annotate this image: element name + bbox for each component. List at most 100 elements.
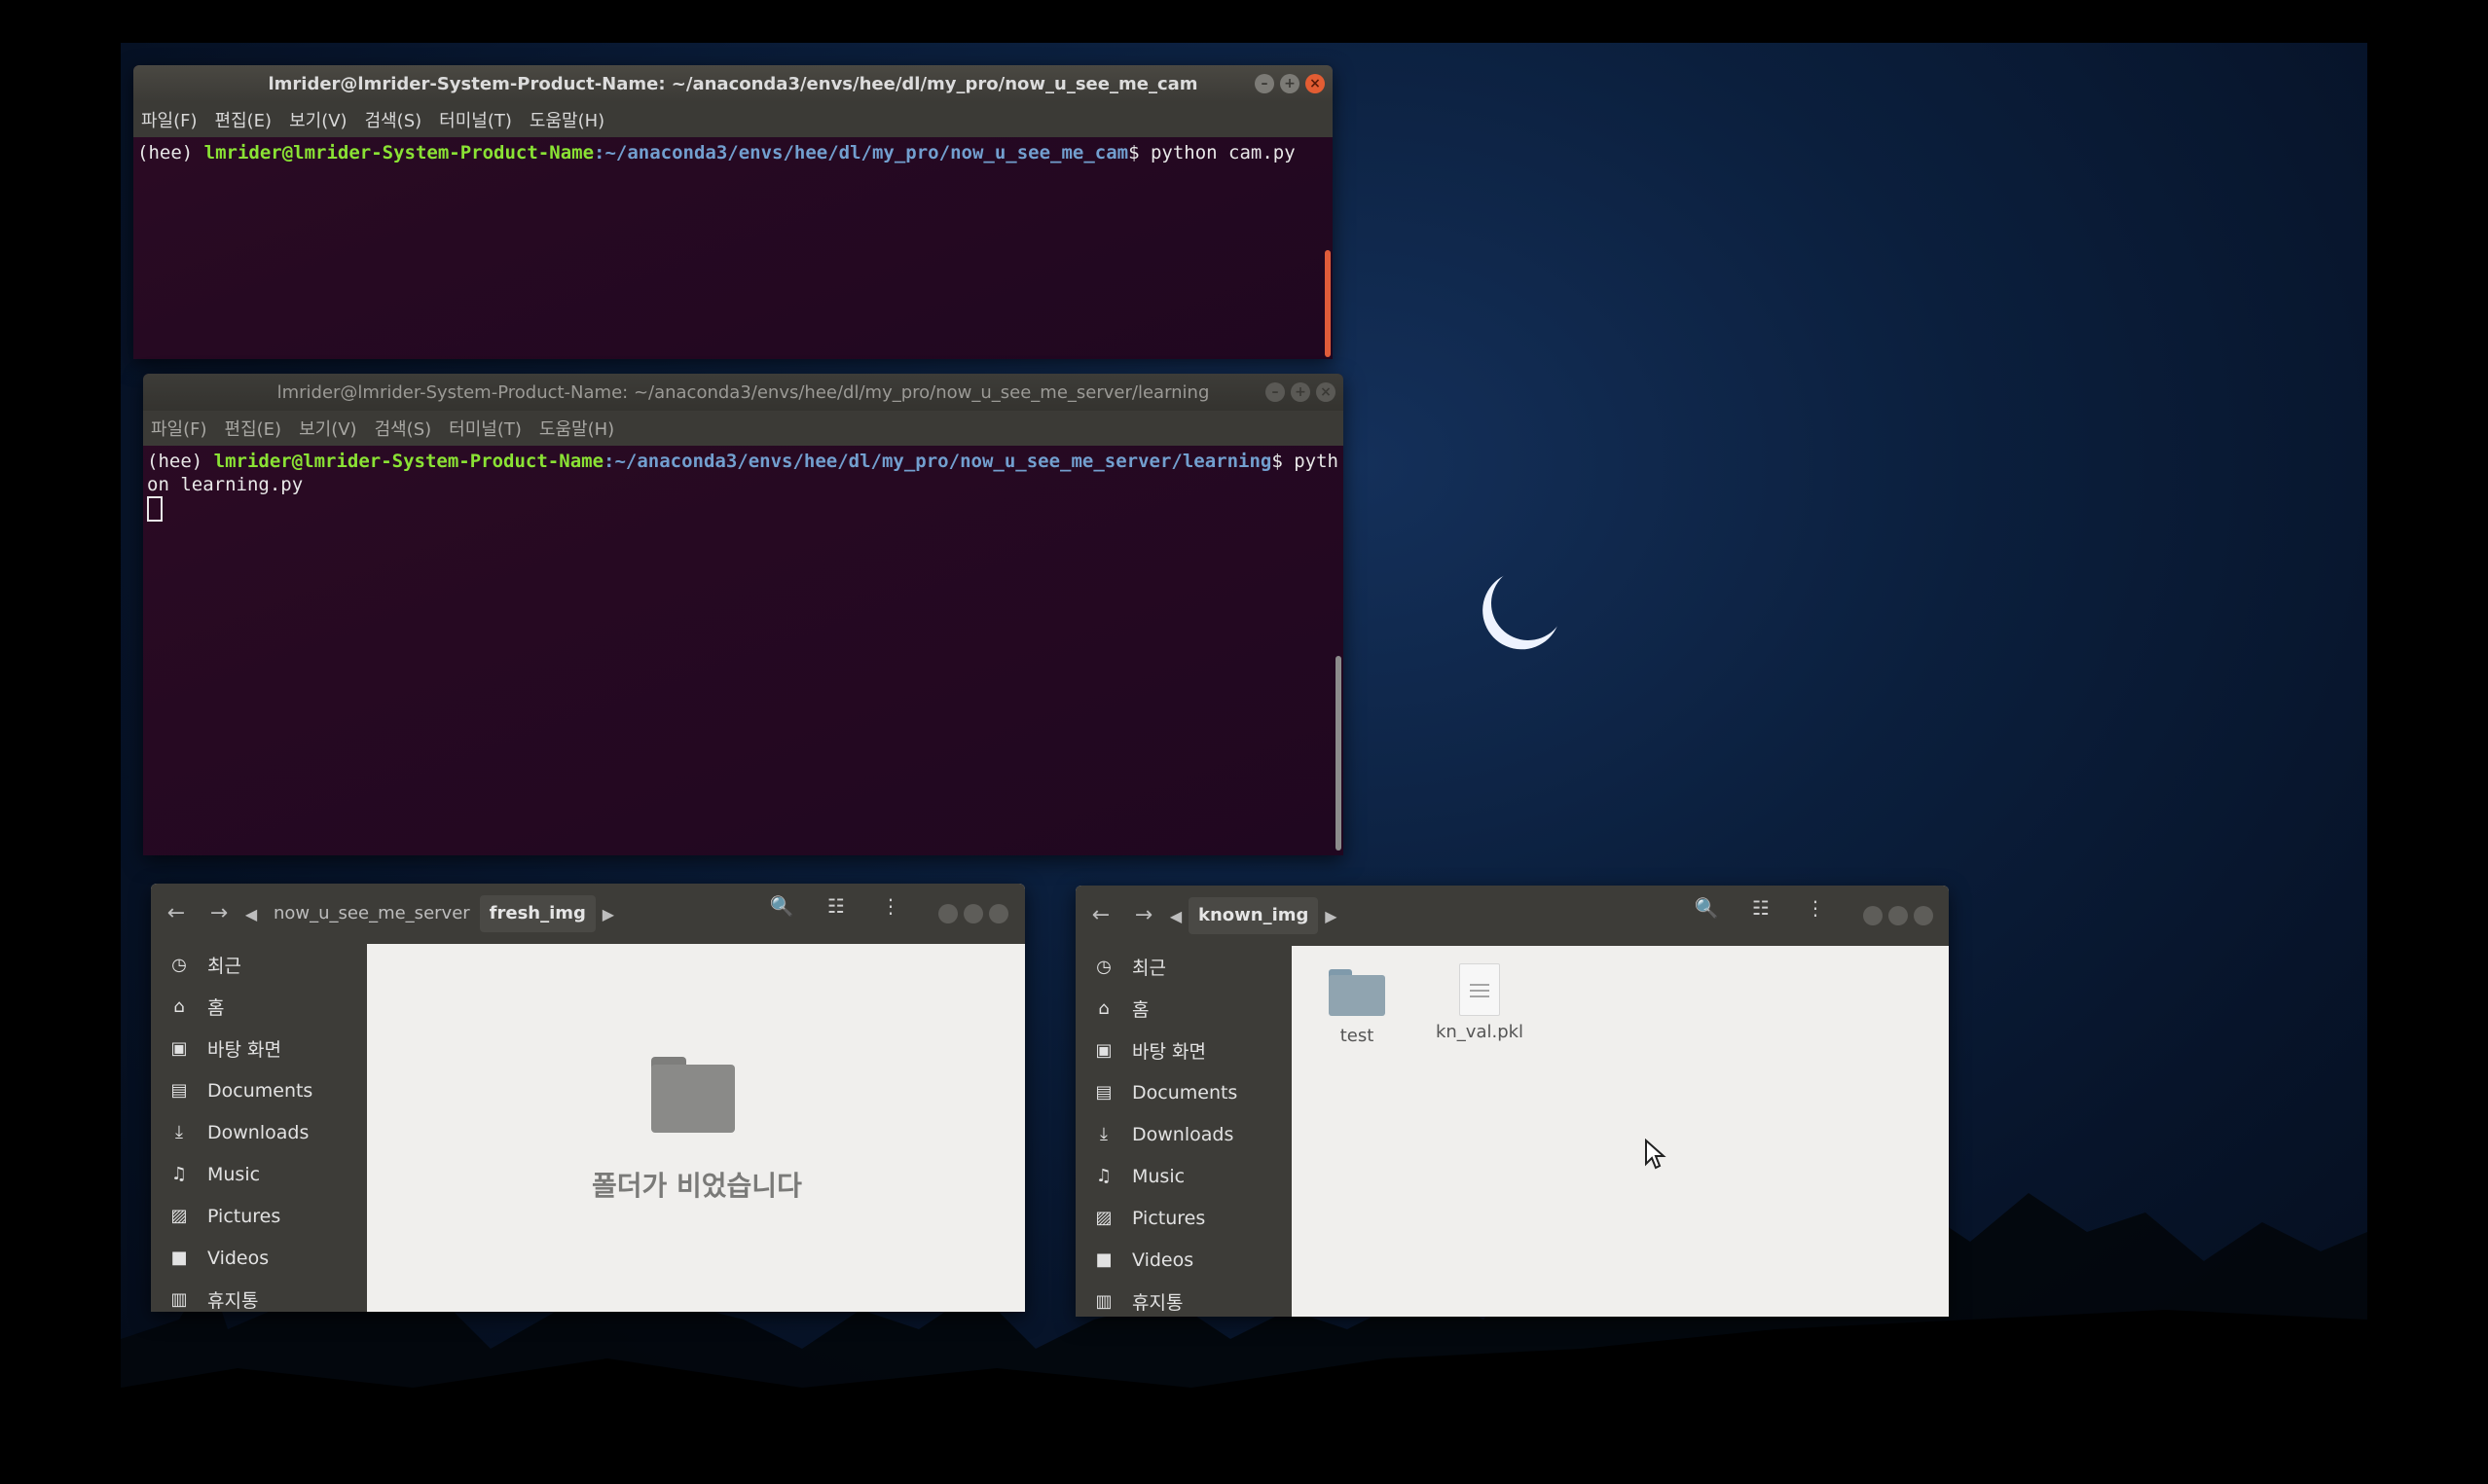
- menu-help[interactable]: 도움말(H): [530, 107, 604, 132]
- sidebar-item-trash[interactable]: ▥ 휴지통: [1076, 1281, 1292, 1317]
- sidebar: ◷ 최근 ⌂ 홈 ▣ 바탕 화면 ▤ Documents ⤓ Downloads ♫ Mus…: [1076, 946, 1292, 1317]
- music-icon: ♫: [1095, 1166, 1113, 1186]
- sidebar-item-music[interactable]: ♫ Music: [1076, 1155, 1292, 1197]
- view-list-icon[interactable]: ☷: [817, 894, 856, 918]
- terminal-output[interactable]: (hee) lmrider@lmrider-System-Product-Nam…: [143, 446, 1343, 525]
- terminal-titlebar[interactable]: lmrider@lmrider-System-Product-Name: ~/a…: [143, 374, 1343, 411]
- menu-view[interactable]: 보기(V): [289, 107, 347, 132]
- maximize-icon[interactable]: +: [1291, 382, 1310, 402]
- terminal-output[interactable]: (hee) lmrider@lmrider-System-Product-Nam…: [133, 137, 1333, 168]
- file-manager-fresh-img[interactable]: ← → ◀ now_u_see_me_server fresh_img ▶ 🔍 …: [151, 884, 1025, 1312]
- download-icon: ⤓: [175, 1122, 183, 1142]
- sidebar-item-home[interactable]: ⌂ 홈: [151, 986, 367, 1028]
- terminal-window-learning[interactable]: lmrider@lmrider-System-Product-Name: ~/a…: [143, 374, 1343, 855]
- back-arrow-icon[interactable]: ←: [1081, 896, 1120, 935]
- sidebar-item-music[interactable]: ♫ Music: [151, 1153, 367, 1195]
- video-icon: ■: [1095, 1249, 1113, 1270]
- prompt-env: (hee): [137, 142, 204, 163]
- menu-dots-icon[interactable]: ⋮: [1796, 896, 1835, 920]
- maximize-icon[interactable]: [1888, 906, 1908, 925]
- text-cursor: [147, 496, 163, 522]
- mouse-pointer-icon: [1645, 1139, 1666, 1170]
- menu-edit[interactable]: 편집(E): [215, 107, 273, 132]
- menu-dots-icon[interactable]: ⋮: [871, 894, 910, 918]
- sidebar-item-label: 홈: [207, 997, 225, 1019]
- sidebar-item-videos[interactable]: ■ Videos: [151, 1237, 367, 1279]
- sidebar-item-videos[interactable]: ■ Videos: [1076, 1239, 1292, 1281]
- minimize-icon[interactable]: [1863, 906, 1883, 925]
- file-item-test[interactable]: test: [1303, 969, 1410, 1046]
- file-view-area[interactable]: test kn_val.pkl: [1292, 946, 1949, 1317]
- document-icon: ▤: [170, 1080, 188, 1101]
- search-icon[interactable]: 🔍: [762, 894, 801, 918]
- terminal-titlebar[interactable]: lmrider@lmrider-System-Product-Name: ~/a…: [133, 65, 1333, 102]
- breadcrumb-current[interactable]: known_img: [1189, 897, 1319, 934]
- menu-help[interactable]: 도움말(H): [539, 416, 614, 441]
- sidebar-item-label: Pictures: [207, 1205, 281, 1227]
- breadcrumb-right-icon[interactable]: ▶: [596, 905, 621, 923]
- menu-file[interactable]: 파일(F): [151, 416, 207, 441]
- sidebar-item-label: 바탕 화면: [1132, 1041, 1206, 1063]
- menu-search[interactable]: 검색(S): [365, 107, 422, 132]
- folder-icon: [1329, 969, 1385, 1016]
- close-icon[interactable]: [989, 904, 1008, 923]
- scrollbar[interactable]: [1335, 656, 1341, 851]
- forward-arrow-icon[interactable]: →: [200, 894, 238, 933]
- picture-icon: ▨: [170, 1206, 188, 1226]
- sidebar-item-trash[interactable]: ▥ 휴지통: [151, 1279, 367, 1312]
- prompt-path: :~/anaconda3/envs/hee/dl/my_pro/now_u_se…: [604, 451, 1272, 472]
- search-icon[interactable]: 🔍: [1687, 896, 1726, 920]
- terminal-window-cam[interactable]: lmrider@lmrider-System-Product-Name: ~/a…: [133, 65, 1333, 359]
- sidebar-item-home[interactable]: ⌂ 홈: [1076, 988, 1292, 1030]
- view-list-icon[interactable]: ☷: [1741, 896, 1780, 920]
- sidebar-item-label: Music: [207, 1163, 261, 1185]
- sidebar-item-downloads[interactable]: ⤓ Downloads: [1076, 1113, 1292, 1155]
- file-name: test: [1339, 1026, 1374, 1046]
- maximize-icon[interactable]: [964, 904, 983, 923]
- menu-search[interactable]: 검색(S): [375, 416, 432, 441]
- minimize-icon[interactable]: –: [1255, 74, 1274, 93]
- sidebar-item-documents[interactable]: ▤ Documents: [151, 1069, 367, 1111]
- breadcrumb-current[interactable]: fresh_img: [479, 895, 596, 932]
- sidebar-item-recent[interactable]: ◷ 최근: [151, 944, 367, 986]
- menu-terminal[interactable]: 터미널(T): [439, 107, 512, 132]
- close-icon[interactable]: ×: [1305, 74, 1325, 93]
- maximize-icon[interactable]: +: [1280, 74, 1299, 93]
- breadcrumb-left-icon[interactable]: ◀: [1163, 907, 1189, 925]
- file-manager-known-img[interactable]: ← → ◀ known_img ▶ 🔍 ☷ ⋮ ◷ 최근 ⌂ 홈 ▣ 바탕 화면 ▤ D…: [1076, 886, 1949, 1317]
- breadcrumb-right-icon[interactable]: ▶: [1318, 907, 1343, 925]
- sidebar-item-label: Videos: [1132, 1249, 1194, 1271]
- document-icon: [1459, 963, 1500, 1016]
- sidebar-item-pictures[interactable]: ▨ Pictures: [1076, 1197, 1292, 1239]
- file-view-area[interactable]: 폴더가 비었습니다: [367, 944, 1025, 1312]
- sidebar-item-label: 최근: [207, 956, 241, 977]
- sidebar-item-pictures[interactable]: ▨ Pictures: [151, 1195, 367, 1237]
- scrollbar[interactable]: [1325, 250, 1331, 357]
- menu-view[interactable]: 보기(V): [299, 416, 356, 441]
- menu-file[interactable]: 파일(F): [141, 107, 198, 132]
- home-icon: ⌂: [1098, 998, 1110, 1019]
- menu-edit[interactable]: 편집(E): [225, 416, 282, 441]
- file-name: kn_val.pkl: [1435, 1022, 1524, 1042]
- file-item-kn-val[interactable]: kn_val.pkl: [1426, 963, 1533, 1042]
- sidebar-item-desktop[interactable]: ▣ 바탕 화면: [151, 1028, 367, 1069]
- close-icon[interactable]: ×: [1316, 382, 1335, 402]
- sidebar-item-label: Music: [1132, 1165, 1186, 1187]
- back-arrow-icon[interactable]: ←: [157, 894, 196, 933]
- prompt-user: lmrider@lmrider-System-Product-Name: [213, 451, 604, 472]
- sidebar-item-label: 휴지통: [207, 1290, 259, 1312]
- close-icon[interactable]: [1914, 906, 1933, 925]
- forward-arrow-icon[interactable]: →: [1124, 896, 1163, 935]
- sidebar-item-recent[interactable]: ◷ 최근: [1076, 946, 1292, 988]
- sidebar-item-desktop[interactable]: ▣ 바탕 화면: [1076, 1030, 1292, 1071]
- sidebar-item-label: 휴지통: [1132, 1292, 1184, 1314]
- menu-terminal[interactable]: 터미널(T): [449, 416, 522, 441]
- breadcrumb-parent[interactable]: now_u_see_me_server: [264, 895, 480, 932]
- minimize-icon[interactable]: [938, 904, 958, 923]
- breadcrumb-left-icon[interactable]: ◀: [238, 905, 264, 923]
- home-icon: ⌂: [173, 996, 185, 1017]
- minimize-icon[interactable]: –: [1265, 382, 1285, 402]
- sidebar-item-downloads[interactable]: ⤓ Downloads: [151, 1111, 367, 1153]
- sidebar-item-documents[interactable]: ▤ Documents: [1076, 1071, 1292, 1113]
- window-title: lmrider@lmrider-System-Product-Name: ~/a…: [276, 381, 1210, 403]
